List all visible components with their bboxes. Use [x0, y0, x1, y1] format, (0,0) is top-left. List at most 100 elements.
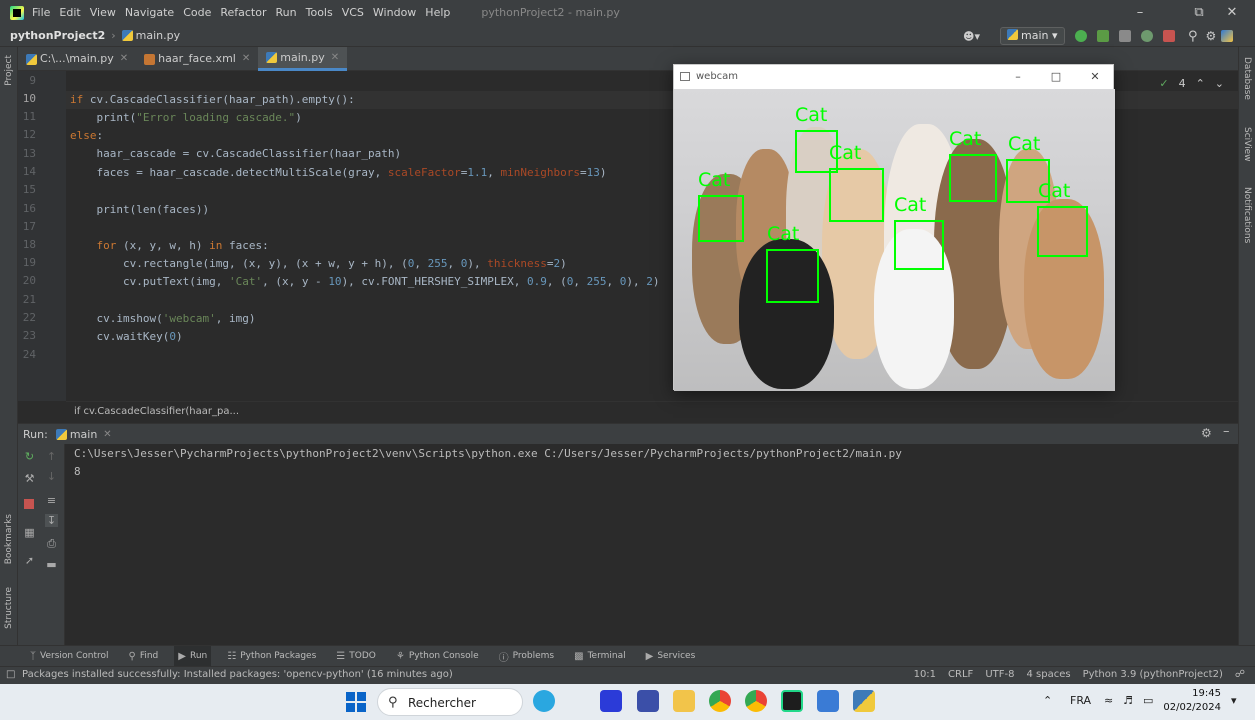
chrome-icon[interactable] [709, 690, 731, 712]
todo-button[interactable]: ☰ TODO [332, 646, 380, 667]
tab-main-py[interactable]: main.py ✕ [258, 46, 348, 71]
services-icon: ▶ [645, 650, 654, 662]
menu-code[interactable]: Code [183, 6, 211, 19]
tool-label: Python Packages [240, 651, 317, 661]
sciview-tool-button[interactable]: SciView [1242, 127, 1252, 162]
chevron-up-icon[interactable]: ⌃ [1043, 694, 1052, 707]
close-icon[interactable]: ✕ [1083, 68, 1107, 86]
wifi-icon[interactable]: ≈ [1104, 694, 1113, 707]
run-button[interactable]: ▶ Run [174, 645, 212, 667]
menu-view[interactable]: View [90, 6, 116, 19]
tab-main-py-other[interactable]: C:\...\main.py ✕ [18, 47, 136, 71]
stop-icon[interactable] [1163, 30, 1175, 42]
lock-icon[interactable]: ☍ [1235, 669, 1245, 680]
menu-tools[interactable]: Tools [306, 6, 333, 19]
menu-file[interactable]: File [32, 6, 50, 19]
run-console[interactable]: C:\Users\Jesser\PycharmProjects\pythonPr… [65, 444, 1238, 645]
minimize-icon[interactable]: – [1117, 0, 1163, 25]
language-indicator[interactable]: FRA [1070, 694, 1091, 707]
app-icon[interactable] [637, 690, 659, 712]
python-console-button[interactable]: ⚘ Python Console [392, 646, 483, 667]
project-tool-button[interactable]: Project [4, 55, 14, 86]
tab-haar-face-xml[interactable]: haar_face.xml ✕ [136, 47, 258, 71]
chevron-up-icon[interactable]: ⌃ [1196, 77, 1205, 90]
hide-panel-icon[interactable]: – [1223, 424, 1230, 439]
version-control-button[interactable]: ᛉ Version Control [26, 646, 113, 667]
menu-navigate[interactable]: Navigate [125, 6, 174, 19]
rerun-icon[interactable]: ↻ [23, 450, 36, 463]
notepad-icon[interactable] [817, 690, 839, 712]
minimize-icon[interactable]: – [1006, 68, 1030, 86]
close-icon[interactable]: ✕ [1209, 0, 1255, 25]
battery-icon[interactable]: ▭ [1143, 694, 1153, 707]
python-packages-button[interactable]: ☷ Python Packages [223, 646, 320, 667]
wrench-icon[interactable]: ⚒ [23, 472, 36, 485]
problems-button[interactable]: ⓘ Problems [495, 646, 558, 667]
menu-edit[interactable]: Edit [59, 6, 80, 19]
windows-start-icon[interactable] [346, 692, 366, 712]
close-tab-icon[interactable]: ✕ [331, 46, 339, 70]
print-icon[interactable]: ⎙ [45, 537, 58, 550]
webcam-window[interactable]: webcam – □ ✕ Cat Cat Cat Cat Cat Cat Cat… [673, 64, 1115, 391]
line-separator[interactable]: CRLF [948, 669, 973, 680]
caret-position[interactable]: 10:1 [914, 669, 936, 680]
soft-wrap-icon[interactable]: ≡ [45, 494, 58, 507]
maximize-icon[interactable]: □ [1044, 68, 1068, 86]
database-tool-button[interactable]: Database [1242, 57, 1252, 100]
close-tab-icon[interactable]: ✕ [120, 47, 128, 71]
notifications-tool-button[interactable]: Notifications [1242, 187, 1252, 243]
breadcrumb-file[interactable]: main.py [136, 29, 180, 42]
gis-app-icon[interactable] [600, 690, 622, 712]
volume-icon[interactable]: ♬ [1123, 694, 1133, 707]
copilot-icon[interactable] [533, 690, 555, 712]
chevron-down-icon[interactable]: ⌄ [1215, 77, 1224, 90]
settings-icon[interactable]: ⚙ [1206, 29, 1217, 43]
menu-run[interactable]: Run [276, 6, 297, 19]
profile-icon[interactable] [1141, 30, 1153, 42]
services-button[interactable]: ▶ Services [642, 646, 700, 667]
structure-tool-button[interactable]: Structure [4, 587, 14, 629]
window-icon[interactable]: □ [6, 669, 15, 680]
breadcrumb-project[interactable]: pythonProject2 [10, 29, 105, 42]
layout-icon[interactable]: ▦ [23, 526, 36, 539]
pycharm-logo-icon[interactable] [10, 5, 24, 20]
coverage-icon[interactable] [1119, 30, 1131, 42]
arrow-down-icon[interactable]: ↓ [45, 470, 58, 483]
file-explorer-icon[interactable] [673, 690, 695, 712]
python-icon[interactable] [853, 690, 875, 712]
settings-icon[interactable]: ⚙ [1201, 426, 1212, 440]
close-tab-icon[interactable]: ✕ [242, 47, 250, 71]
pycharm-icon[interactable] [781, 690, 803, 712]
menu-vcs[interactable]: VCS [342, 6, 364, 19]
indent-setting[interactable]: 4 spaces [1026, 669, 1070, 680]
file-encoding[interactable]: UTF-8 [985, 669, 1014, 680]
run-tab-main[interactable]: main ✕ [48, 424, 120, 445]
pin-icon[interactable]: ➚ [23, 554, 36, 567]
menu-window[interactable]: Window [373, 6, 416, 19]
search-icon[interactable]: ⚲ [1188, 29, 1198, 44]
run-config-selector[interactable]: main ▾ [1000, 27, 1065, 45]
scroll-to-end-icon[interactable]: ↧ [45, 514, 58, 527]
inspection-widget[interactable]: ✓ 4 ⌃ ⌄ [1159, 77, 1224, 90]
notification-bell-icon[interactable]: ▾ [1231, 694, 1237, 707]
trash-icon[interactable]: ▬ [45, 558, 58, 571]
stop-icon[interactable] [24, 499, 34, 509]
bookmarks-tool-button[interactable]: Bookmarks [4, 514, 14, 564]
rerun-icon[interactable] [1075, 30, 1087, 42]
terminal-button[interactable]: ▩ Terminal [570, 646, 630, 667]
taskbar-clock[interactable]: 19:45 02/02/2024 [1163, 687, 1221, 715]
debug-icon[interactable] [1097, 30, 1109, 42]
close-tab-icon[interactable]: ✕ [103, 424, 111, 445]
find-button[interactable]: ⚲ Find [125, 646, 163, 667]
taskbar-search[interactable]: ⚲ Rechercher [377, 688, 523, 716]
jetbrains-icon[interactable] [1221, 30, 1234, 42]
code-breadcrumb[interactable]: if cv.CascadeClassifier(haar_pa... [74, 406, 239, 417]
user-icon[interactable]: ☻▾ [963, 27, 980, 45]
arrow-up-icon[interactable]: ↑ [45, 450, 58, 463]
python-file-icon [55, 428, 67, 440]
menu-refactor[interactable]: Refactor [220, 6, 266, 19]
menu-help[interactable]: Help [425, 6, 450, 19]
interpreter-selector[interactable]: Python 3.9 (pythonProject2) [1083, 669, 1223, 680]
status-message[interactable]: Packages installed successfully: Install… [22, 669, 453, 680]
chrome-profile-icon[interactable] [745, 690, 767, 712]
